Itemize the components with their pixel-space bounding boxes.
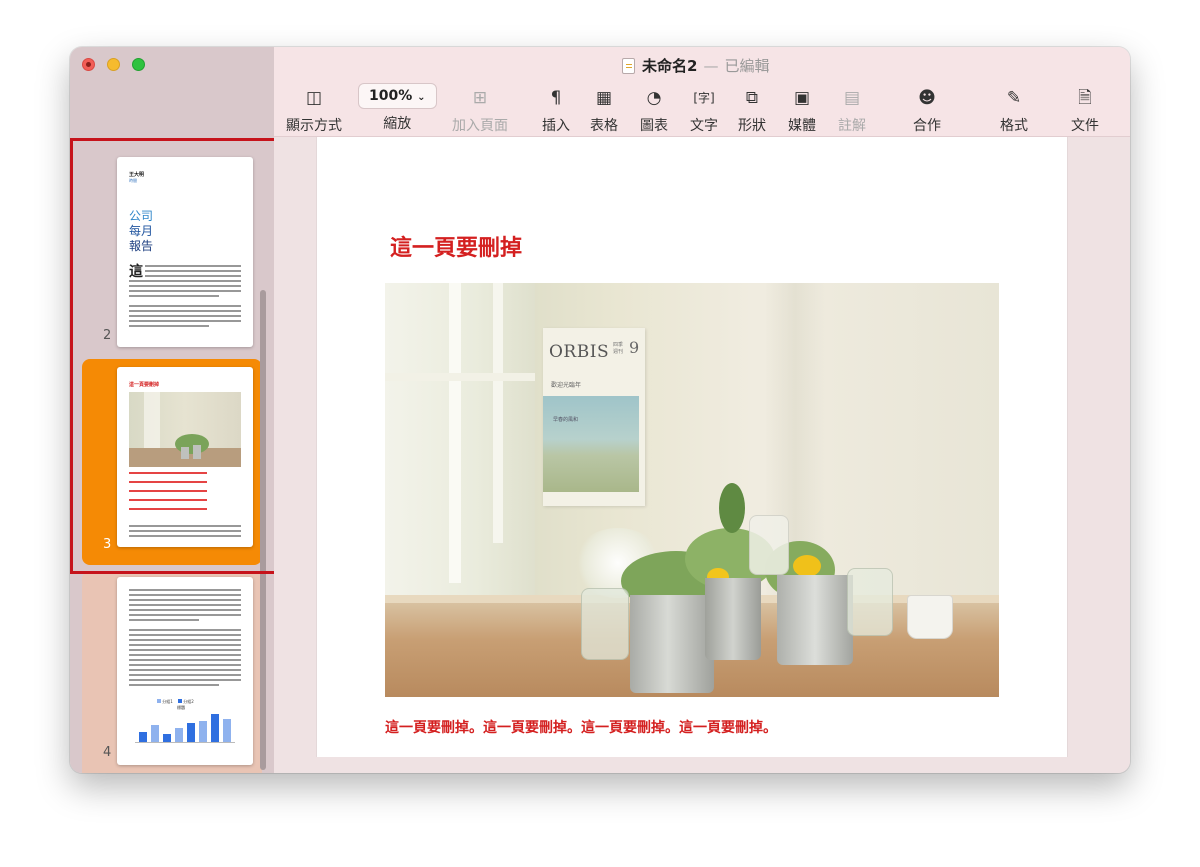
thumb-legend-item: 分組2 [183,699,194,704]
thumb-chart-bar [139,732,147,742]
thumb-author: 王大明 [129,172,145,178]
page-thumbnails-sidebar: 王大明 時間 公司 每月 報告 這 2 這一頁要刪掉 3 分組1 分組2 標題 … [70,47,277,773]
poster-note: 早春的風和 [553,417,579,423]
thumb-chart-legend: 分組1 分組2 [157,699,194,705]
poster-issue: 9 [629,338,640,357]
table-label: 表格 [590,118,618,134]
thumb-chart-bar [199,721,207,742]
add-page-label: 加入頁面 [452,118,508,134]
document-canvas[interactable]: 這一頁要刪掉 ORBIS 四季 週刊 9 歡迎光臨年 早春的風和 這一頁要刪掉。… [274,137,1130,773]
view-button[interactable]: ◫ 顯示方式 [286,87,342,135]
thumb-chart-bar [151,725,159,742]
sidebar-icon: ◫ [305,88,323,108]
poster-brand: ORBIS [549,342,610,362]
page-thumbnail-3[interactable]: 這一頁要刪掉 [117,367,253,547]
collaborate-button[interactable]: ☻ 合作 [913,87,941,135]
plus-square-icon: ⊞ [472,88,488,108]
document-page-icon: 🗎 [1078,88,1092,108]
thumb-heading: 這一頁要刪掉 [129,382,160,388]
zoom-window-button[interactable] [132,58,145,71]
thumb-chart-bar [175,728,183,742]
minimize-window-button[interactable] [107,58,120,71]
page-thumbnail-2[interactable]: 王大明 時間 公司 每月 報告 這 [117,157,253,347]
view-label: 顯示方式 [286,118,342,134]
close-window-button[interactable] [82,58,95,71]
page-photo[interactable]: ORBIS 四季 週刊 9 歡迎光臨年 早春的風和 [385,283,999,697]
format-label: 格式 [1000,118,1028,134]
document-label: 文件 [1071,118,1099,134]
insert-label: 插入 [542,118,570,134]
thumb-title-line: 報告 [129,239,154,253]
document-button[interactable]: 🗎 文件 [1071,87,1099,135]
pages-window: 王大明 時間 公司 每月 報告 這 2 這一頁要刪掉 3 分組1 分組2 標題 … [70,47,1130,773]
table-button[interactable]: ▦ 表格 [590,87,618,135]
media-label: 媒體 [788,118,816,134]
zoom-label: 縮放 [383,116,412,132]
text-box-icon: [字] [693,91,715,105]
thumb-chart-bar [163,734,171,742]
zoom-button[interactable]: 100% ⌄ 縮放 [358,83,437,133]
format-button[interactable]: ✎ 格式 [1000,87,1028,135]
zoom-value: 100% [369,88,413,104]
poster-brand-sub: 四季 週刊 [613,342,624,355]
pilcrow-icon: ¶ [550,88,562,108]
window-title: 未命名2 — 已編輯 [622,55,769,76]
media-button[interactable]: ▣ 媒體 [788,87,816,135]
toolbar: 未命名2 — 已編輯 ◫ 顯示方式 100% ⌄ 縮放 ⊞ 加入頁面 ¶ 插入 … [274,47,1130,137]
wall-poster: ORBIS 四季 週刊 9 歡迎光臨年 早春的風和 [543,328,645,506]
sidebar-scrollbar[interactable] [260,290,266,770]
collaborate-icon: ☻ [918,88,936,108]
chart-button[interactable]: ◔ 圖表 [640,87,668,135]
table-icon: ▦ [595,88,613,108]
thumb-chart-bar [187,723,195,742]
comment-label: 註解 [838,118,866,134]
thumb-legend-item: 分組1 [162,699,173,704]
text-label: 文字 [690,118,718,134]
edit-state: 已編輯 [724,57,770,75]
thumb-chart-title: 標題 [177,705,185,710]
thumb-chart-bar [211,714,219,742]
document-page[interactable]: 這一頁要刪掉 ORBIS 四季 週刊 9 歡迎光臨年 早春的風和 這一頁要刪掉。… [316,137,1068,757]
chevron-down-icon: ⌄ [417,92,426,103]
comment-button[interactable]: ▤ 註解 [838,87,866,135]
page-number-2: 2 [103,328,112,343]
thumb-chart-bar [223,719,231,742]
thumb-title-line: 每月 [129,224,154,238]
page-number-4: 4 [103,745,112,760]
comment-icon: ▤ [843,88,861,108]
page-thumbnail-4[interactable]: 分組1 分組2 標題 [117,577,253,765]
zoom-select[interactable]: 100% ⌄ [358,83,437,109]
page-heading[interactable]: 這一頁要刪掉 [390,230,522,262]
shape-label: 形狀 [738,118,766,134]
text-button[interactable]: [字] 文字 [690,87,718,135]
insert-button[interactable]: ¶ 插入 [542,87,570,135]
thumb-chart [135,713,235,743]
thumb-dropcap: 這 [129,264,143,280]
thumb-title-line: 公司 [129,209,154,223]
chart-label: 圖表 [640,118,668,134]
shape-button[interactable]: ⧉ 形狀 [738,87,766,135]
page-number-3: 3 [103,537,112,552]
shapes-icon: ⧉ [745,88,759,108]
thumb-photo [129,392,241,467]
add-page-button[interactable]: ⊞ 加入頁面 [452,87,508,135]
page-body-text[interactable]: 這一頁要刪掉。這一頁要刪掉。這一頁要刪掉。這一頁要刪掉。 [385,717,777,737]
document-icon [622,57,635,74]
paintbrush-icon: ✎ [1006,88,1022,108]
document-name: 未命名2 [642,57,698,75]
pie-chart-icon: ◔ [646,88,662,108]
thumb-date: 時間 [129,178,137,183]
title-separator: — [703,56,719,75]
collaborate-label: 合作 [913,118,941,134]
photo-icon: ▣ [793,88,811,108]
poster-subtitle: 歡迎光臨年 [551,382,582,389]
